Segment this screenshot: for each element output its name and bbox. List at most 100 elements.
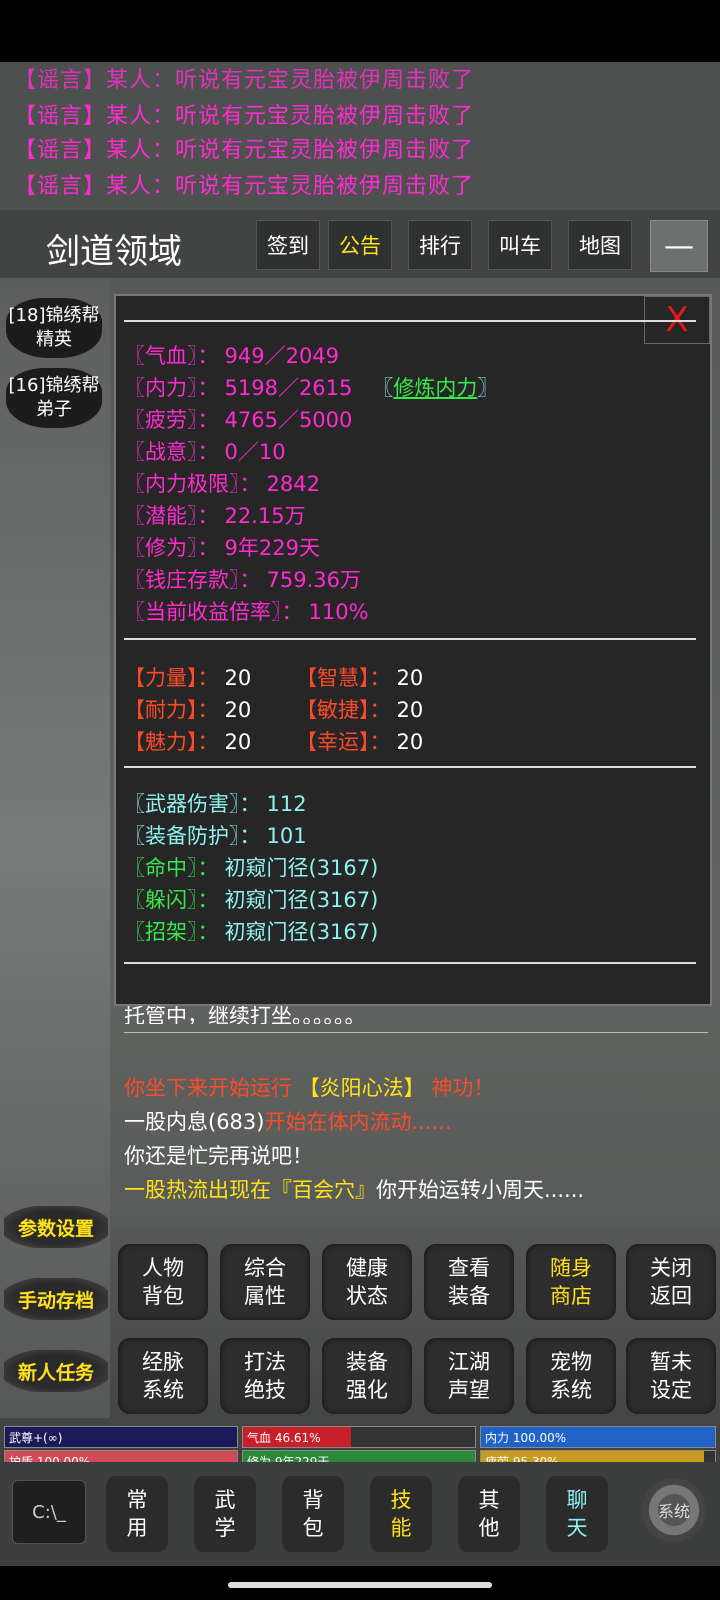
manual-save-button[interactable]: 手动存档 xyxy=(4,1278,108,1320)
stat-value: 949／2049 xyxy=(224,344,340,368)
btn-line: 装备 xyxy=(346,1350,388,1374)
nav-line: 技 xyxy=(390,1488,412,1512)
attributes-button[interactable]: 综合 属性 xyxy=(220,1244,310,1320)
btn-line: 打法 xyxy=(244,1350,286,1374)
nav-line: 天 xyxy=(566,1516,588,1540)
log-text: 一股热流出现在『百会穴』 xyxy=(124,1178,376,1202)
attr-label: 【耐力】： xyxy=(124,698,219,722)
attr-label: 【力量】： xyxy=(124,666,219,690)
attr-label: 【魅力】： xyxy=(124,730,219,754)
gear-icon[interactable]: 系统 xyxy=(642,1478,706,1542)
combat-row: 〖命中〗： 初窥门径(3167) xyxy=(124,852,378,882)
nav-bag[interactable]: 背包 xyxy=(282,1476,344,1552)
log-text: 开始在体内流动...... xyxy=(264,1110,452,1134)
btn-line: 健康 xyxy=(346,1256,388,1280)
top-bar: 剑道领域 签到 公告 排行 叫车 地图 — xyxy=(0,210,720,278)
combat-skills-button[interactable]: 打法 绝技 xyxy=(220,1338,310,1414)
stat-value: 759.36万 xyxy=(266,568,361,592)
rank-badge[interactable]: [16]锦绣帮 弟子 xyxy=(6,368,102,428)
stat-label: 〖修为〗： xyxy=(124,536,219,560)
console-icon[interactable]: C:\_ xyxy=(12,1480,86,1544)
divider xyxy=(124,320,696,322)
log-line: 一股热流出现在『百会穴』你开始运转小周天...... xyxy=(124,1174,584,1204)
nav-skills[interactable]: 技能 xyxy=(370,1476,432,1552)
btn-line: 设定 xyxy=(650,1378,692,1402)
btn-line: 返回 xyxy=(650,1284,692,1308)
health-bar: 气血 46.61% xyxy=(242,1426,476,1448)
stat-row: 〖疲劳〗： 4765／5000 xyxy=(124,404,352,434)
stat-row: 〖气血〗： 949／2049 xyxy=(124,340,339,370)
nav-line: 能 xyxy=(390,1516,412,1540)
stat-row: 〖修为〗： 9年229天 xyxy=(124,532,320,562)
log-line: 你还是忙完再说吧！ xyxy=(124,1144,313,1168)
divider xyxy=(124,1032,708,1033)
stat-label: 〖内力〗： xyxy=(124,376,219,400)
character-bag-button[interactable]: 人物 背包 xyxy=(118,1244,208,1320)
unset-button[interactable]: 暂未 设定 xyxy=(626,1338,716,1414)
home-indicator[interactable] xyxy=(228,1582,492,1588)
btn-line: 状态 xyxy=(346,1284,388,1308)
divider xyxy=(124,638,696,640)
combat-row: 〖装备防护〗： 101 xyxy=(124,820,307,850)
combat-label: 〖躲闪〗： xyxy=(124,888,219,912)
btn-line: 装备 xyxy=(448,1284,490,1308)
log-text: 你坐下来开始运行 xyxy=(124,1076,299,1100)
attr-value: 20 xyxy=(396,666,424,690)
minimize-button[interactable]: — xyxy=(650,220,708,272)
pet-system-button[interactable]: 宠物 系统 xyxy=(526,1338,616,1414)
nav-line: 常 xyxy=(126,1488,148,1512)
equipment-enhance-button[interactable]: 装备 强化 xyxy=(322,1338,412,1414)
attr-value: 20 xyxy=(224,698,252,722)
bar-label: 内力 100.00% xyxy=(485,1431,567,1445)
nav-martial[interactable]: 武学 xyxy=(194,1476,256,1552)
shop-button[interactable]: 随身 商店 xyxy=(526,1244,616,1320)
nav-line: 包 xyxy=(302,1516,324,1540)
close-return-button[interactable]: 关闭 返回 xyxy=(626,1244,716,1320)
checkin-button[interactable]: 签到 xyxy=(256,220,320,270)
settings-button[interactable]: 参数设置 xyxy=(4,1206,108,1248)
stat-value: 2842 xyxy=(266,472,320,496)
stat-row: 〖钱庄存款〗： 759.36万 xyxy=(124,564,361,594)
btn-line: 综合 xyxy=(244,1256,286,1280)
ranking-button[interactable]: 排行 xyxy=(408,220,472,270)
stat-row: 〖当前收益倍率〗： 110% xyxy=(124,596,369,626)
nav-chat[interactable]: 聊天 xyxy=(546,1476,608,1552)
train-neili-link-text[interactable]: 修炼内力 xyxy=(393,376,477,400)
stat-row: 〖内力极限〗： 2842 xyxy=(124,468,320,498)
nav-line: 聊 xyxy=(566,1488,588,1512)
train-neili-link[interactable]: 〖修炼内力〗 xyxy=(372,376,498,400)
call-car-button[interactable]: 叫车 xyxy=(488,220,552,270)
nav-line: 武 xyxy=(214,1488,236,1512)
combat-row: 〖躲闪〗： 初窥门径(3167) xyxy=(124,884,378,914)
btn-line: 查看 xyxy=(448,1256,490,1280)
btn-line: 声望 xyxy=(448,1378,490,1402)
nav-line: 学 xyxy=(214,1516,236,1540)
announcement-button[interactable]: 公告 xyxy=(328,220,392,270)
attr-value: 20 xyxy=(396,730,424,754)
attribute-row: 【耐力】： 20 xyxy=(124,694,251,724)
map-button[interactable]: 地图 xyxy=(568,220,632,270)
health-status-button[interactable]: 健康 状态 xyxy=(322,1244,412,1320)
nav-other[interactable]: 其他 xyxy=(458,1476,520,1552)
nav-line: 他 xyxy=(478,1516,500,1540)
rumor-panel: 【谣言】某人：听说有元宝灵胎被伊周击败了 【谣言】某人：听说有元宝灵胎被伊周击败… xyxy=(0,62,720,208)
view-equipment-button[interactable]: 查看 装备 xyxy=(424,1244,514,1320)
nav-line: 其 xyxy=(478,1488,500,1512)
stats-dialog: X 〖气血〗： 949／2049 〖内力〗： 5198／2615 〖修炼内力〗 〖疲劳… xyxy=(114,294,712,1006)
btn-line: 经脉 xyxy=(142,1350,184,1374)
title-bar: 武尊+(∞) xyxy=(4,1426,238,1448)
stat-value: 22.15万 xyxy=(224,504,306,528)
meridian-system-button[interactable]: 经脉 系统 xyxy=(118,1338,208,1414)
log-text: 你开始运转小周天...... xyxy=(376,1178,585,1202)
status-bar xyxy=(0,0,720,62)
btn-line: 江湖 xyxy=(448,1350,490,1374)
attr-label: 【智慧】： xyxy=(296,666,391,690)
nav-common[interactable]: 常用 xyxy=(106,1476,168,1552)
rank-badge[interactable]: [18]锦绣帮 精英 xyxy=(6,298,102,358)
newbie-task-button[interactable]: 新人任务 xyxy=(4,1350,108,1392)
attribute-row: 【智慧】： 20 xyxy=(296,662,423,692)
stat-label: 〖潜能〗： xyxy=(124,504,219,528)
reputation-button[interactable]: 江湖 声望 xyxy=(424,1338,514,1414)
combat-row: 〖招架〗： 初窥门径(3167) xyxy=(124,916,378,946)
attr-label: 【敏捷】： xyxy=(296,698,391,722)
